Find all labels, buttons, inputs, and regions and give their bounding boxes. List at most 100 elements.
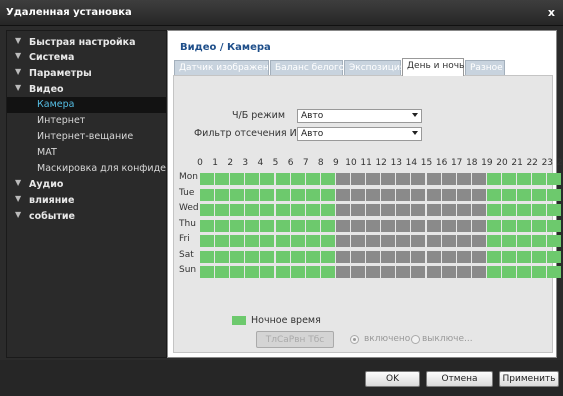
schedule-cell[interactable] bbox=[275, 188, 290, 201]
schedule-cell[interactable] bbox=[245, 188, 260, 201]
schedule-cell[interactable] bbox=[502, 266, 516, 278]
sidebar-item-streaming[interactable]: Интернет-вещание bbox=[7, 129, 166, 145]
schedule-cell[interactable] bbox=[411, 204, 426, 216]
sidebar-item-mat[interactable]: MAT bbox=[7, 145, 166, 161]
schedule-cell[interactable] bbox=[547, 250, 562, 263]
schedule-cell[interactable] bbox=[502, 250, 516, 263]
schedule-cell[interactable] bbox=[517, 235, 532, 247]
schedule-cell[interactable] bbox=[245, 173, 260, 185]
sidebar-item-system[interactable]: ▼ Система bbox=[7, 50, 166, 66]
schedule-cell[interactable] bbox=[517, 266, 532, 278]
schedule-cell[interactable] bbox=[290, 235, 305, 247]
schedule-cell[interactable] bbox=[441, 219, 456, 232]
schedule-cell[interactable] bbox=[320, 204, 335, 216]
schedule-cell[interactable] bbox=[260, 250, 275, 263]
schedule-cell[interactable] bbox=[351, 235, 365, 247]
schedule-cell[interactable] bbox=[290, 173, 305, 185]
schedule-cell[interactable] bbox=[547, 266, 562, 278]
schedule-cell[interactable] bbox=[381, 250, 396, 263]
schedule-cell[interactable] bbox=[547, 219, 562, 232]
schedule-cell[interactable] bbox=[532, 266, 547, 278]
schedule-cell[interactable] bbox=[275, 219, 290, 232]
schedule-cell[interactable] bbox=[245, 266, 260, 278]
schedule-cell[interactable] bbox=[351, 250, 365, 263]
schedule-cell[interactable] bbox=[335, 266, 350, 278]
bw-mode-select[interactable]: Авто bbox=[297, 109, 422, 123]
schedule-cell[interactable] bbox=[200, 188, 214, 201]
schedule-cell[interactable] bbox=[547, 173, 562, 185]
schedule-cell[interactable] bbox=[275, 173, 290, 185]
sidebar-item-quick-setup[interactable]: ▼ Быстрая настройка bbox=[7, 35, 166, 51]
schedule-cell[interactable] bbox=[532, 173, 547, 185]
schedule-cell[interactable] bbox=[305, 219, 320, 232]
schedule-cell[interactable] bbox=[471, 204, 486, 216]
schedule-cell[interactable] bbox=[441, 188, 456, 201]
tab-exposure[interactable]: Экспозиция bbox=[344, 60, 405, 75]
tab-day-night[interactable]: День и ночь bbox=[402, 58, 464, 76]
schedule-cell[interactable] bbox=[396, 188, 411, 201]
schedule-cell[interactable] bbox=[245, 204, 260, 216]
ir-filter-select[interactable]: Авто bbox=[297, 127, 422, 141]
schedule-cell[interactable] bbox=[426, 250, 441, 263]
schedule-cell[interactable] bbox=[215, 219, 230, 232]
schedule-cell[interactable] bbox=[366, 173, 381, 185]
sidebar-item-parameters[interactable]: ▼ Параметры bbox=[7, 66, 166, 82]
schedule-cell[interactable] bbox=[230, 219, 245, 232]
schedule-cell[interactable] bbox=[426, 266, 441, 278]
schedule-cell[interactable] bbox=[502, 235, 516, 247]
schedule-cell[interactable] bbox=[441, 266, 456, 278]
schedule-cell[interactable] bbox=[335, 204, 350, 216]
schedule-cell[interactable] bbox=[200, 219, 214, 232]
schedule-cell[interactable] bbox=[335, 173, 350, 185]
schedule-cell[interactable] bbox=[381, 235, 396, 247]
schedule-cell[interactable] bbox=[230, 250, 245, 263]
schedule-cell[interactable] bbox=[335, 235, 350, 247]
ok-button[interactable]: OK bbox=[365, 371, 420, 387]
schedule-cell[interactable] bbox=[320, 188, 335, 201]
radio-off[interactable] bbox=[411, 335, 420, 344]
schedule-cell[interactable] bbox=[200, 266, 214, 278]
schedule-cell[interactable] bbox=[366, 250, 381, 263]
schedule-cell[interactable] bbox=[441, 204, 456, 216]
schedule-cell[interactable] bbox=[547, 204, 562, 216]
schedule-cell[interactable] bbox=[366, 219, 381, 232]
schedule-cell[interactable] bbox=[486, 219, 501, 232]
schedule-cell[interactable] bbox=[230, 266, 245, 278]
schedule-cell[interactable] bbox=[320, 235, 335, 247]
schedule-cell[interactable] bbox=[456, 250, 471, 263]
schedule-cell[interactable] bbox=[335, 219, 350, 232]
schedule-cell[interactable] bbox=[351, 173, 365, 185]
schedule-cell[interactable] bbox=[426, 235, 441, 247]
tab-white-balance[interactable]: Баланс белого bbox=[270, 60, 344, 75]
schedule-cell[interactable] bbox=[335, 188, 350, 201]
schedule-cell[interactable] bbox=[502, 204, 516, 216]
schedule-cell[interactable] bbox=[486, 173, 501, 185]
schedule-cell[interactable] bbox=[351, 266, 365, 278]
sidebar-item-influence[interactable]: ▼ влияние bbox=[7, 193, 166, 209]
schedule-cell[interactable] bbox=[260, 219, 275, 232]
schedule-cell[interactable] bbox=[411, 266, 426, 278]
schedule-cell[interactable] bbox=[426, 173, 441, 185]
schedule-cell[interactable] bbox=[320, 266, 335, 278]
schedule-cell[interactable] bbox=[230, 188, 245, 201]
schedule-cell[interactable] bbox=[486, 250, 501, 263]
schedule-cell[interactable] bbox=[245, 235, 260, 247]
schedule-cell[interactable] bbox=[260, 235, 275, 247]
schedule-cell[interactable] bbox=[215, 188, 230, 201]
schedule-cell[interactable] bbox=[517, 204, 532, 216]
schedule-cell[interactable] bbox=[290, 188, 305, 201]
schedule-cell[interactable] bbox=[200, 235, 214, 247]
schedule-cell[interactable] bbox=[230, 173, 245, 185]
close-icon[interactable]: x bbox=[548, 6, 555, 19]
schedule-cell[interactable] bbox=[411, 219, 426, 232]
schedule-cell[interactable] bbox=[456, 173, 471, 185]
apply-button[interactable]: Применить bbox=[499, 371, 559, 387]
schedule-cell[interactable] bbox=[260, 266, 275, 278]
schedule-cell[interactable] bbox=[245, 219, 260, 232]
schedule-cell[interactable] bbox=[532, 219, 547, 232]
schedule-cell[interactable] bbox=[486, 266, 501, 278]
schedule-cell[interactable] bbox=[366, 188, 381, 201]
schedule-cell[interactable] bbox=[200, 250, 214, 263]
schedule-cell[interactable] bbox=[230, 235, 245, 247]
schedule-cell[interactable] bbox=[396, 266, 411, 278]
